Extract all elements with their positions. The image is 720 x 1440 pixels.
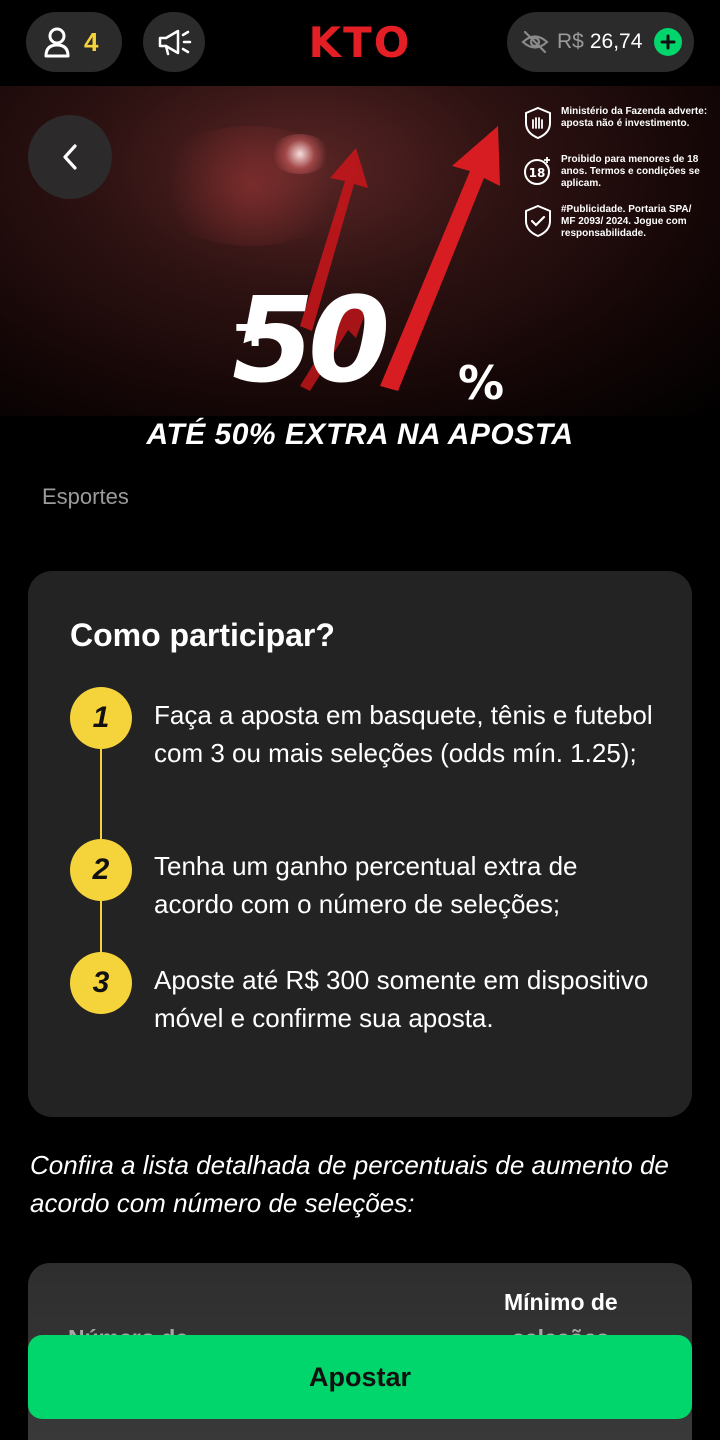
step-text: Aposte até R$ 300 somente em dispositivo… xyxy=(154,965,649,1033)
back-button[interactable] xyxy=(28,115,112,199)
card-title: Como participar? xyxy=(70,617,335,653)
step-number-badge: 2 xyxy=(70,839,132,901)
svg-text:KTO: KTO xyxy=(309,20,412,64)
svg-text:18: 18 xyxy=(529,166,546,180)
deposit-plus-button[interactable] xyxy=(654,28,683,56)
disclaimer-text: Proibido para menores de 18 anos. Termos… xyxy=(561,154,700,189)
promo-banner: + 50 % Ministério da Fazenda adverte: ap… xyxy=(0,86,720,416)
user-profile-button[interactable]: 4 xyxy=(26,12,122,72)
age-18-icon: 18 xyxy=(524,157,550,185)
promo-big-number: 50 xyxy=(232,271,390,409)
how-to-participate-card: Como participar? 1 Faça a aposta em basq… xyxy=(28,571,692,1117)
disclaimer-publicity: #Publicidade. Portaria SPA/ MF 2093/ 202… xyxy=(523,204,708,240)
shield-check-icon xyxy=(525,204,551,238)
disclaimer-text: #Publicidade. Portaria SPA/ MF 2093/ 202… xyxy=(561,204,692,239)
percentages-intro-text: Confira a lista detalhada de percentuais… xyxy=(30,1150,669,1218)
bet-button[interactable]: Apostar xyxy=(28,1335,692,1419)
balance-currency: R$ xyxy=(557,30,584,53)
kto-logo[interactable]: KTO xyxy=(288,20,432,64)
disclaimer-finance: Ministério da Fazenda adverte: aposta nã… xyxy=(523,106,708,140)
disclaimer-age: 18 Proibido para menores de 18 anos. Ter… xyxy=(523,154,708,190)
promo-category: Esportes xyxy=(42,484,129,509)
promotions-button[interactable] xyxy=(143,12,205,72)
step-number-badge: 1 xyxy=(70,687,132,749)
user-count-badge: 4 xyxy=(84,26,99,57)
disclaimer-text: Ministério da Fazenda adverte: aposta nã… xyxy=(561,106,708,129)
promo-percent-sign: % xyxy=(458,356,505,410)
megaphone-icon xyxy=(158,29,192,56)
step-text: Tenha um ganho percentual extra de acord… xyxy=(154,851,578,919)
top-bar: 4 KTO R$ 26,74 xyxy=(0,0,720,86)
eye-off-icon[interactable] xyxy=(521,30,549,54)
step-text: Faça a aposta em basquete, tênis e futeb… xyxy=(154,700,653,768)
balance-widget[interactable]: R$ 26,74 xyxy=(507,12,694,72)
plus-icon xyxy=(660,34,676,50)
chevron-left-icon xyxy=(63,144,77,170)
promo-title: ATÉ 50% EXTRA NA APOSTA xyxy=(146,418,574,451)
user-icon xyxy=(44,27,70,58)
balance-amount: 26,74 xyxy=(589,30,643,53)
hand-shield-icon xyxy=(525,106,551,140)
step-number-badge: 3 xyxy=(70,952,132,1014)
table-header-min-selections: Mínimo de xyxy=(504,1289,618,1315)
